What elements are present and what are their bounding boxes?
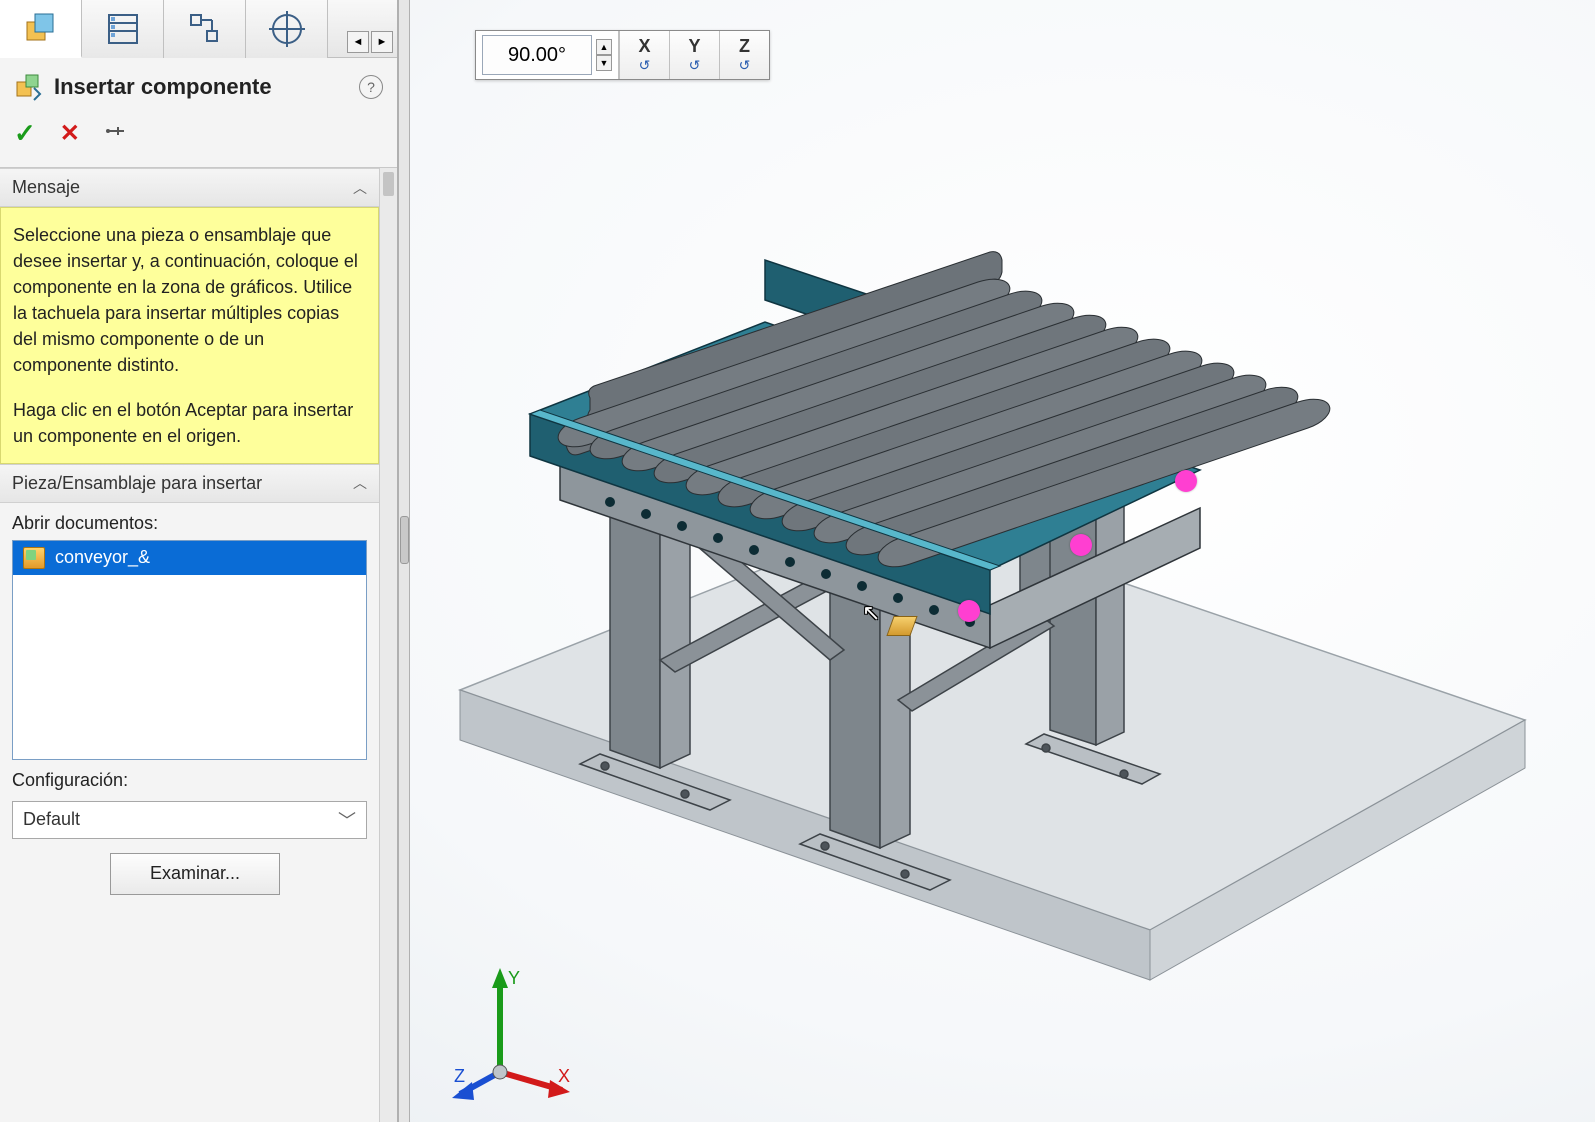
splitter-handle[interactable] [400, 516, 409, 564]
tab-dimxpert[interactable] [246, 0, 328, 58]
selection-point[interactable] [1070, 534, 1092, 556]
tab-scroll-right[interactable]: ► [371, 31, 393, 53]
rotate-angle-input[interactable] [482, 35, 592, 75]
section-insert-label: Pieza/Ensamblaje para insertar [12, 473, 262, 494]
document-item[interactable]: conveyor_& [13, 541, 366, 575]
property-manager-panel: ◄ ► Insertar componente ? ✓ ✕ Mensaje ︿ … [0, 0, 398, 1122]
tab-property-manager[interactable] [82, 0, 164, 58]
angle-spin-down[interactable]: ▼ [596, 55, 612, 71]
triad-z-label: Z [454, 1066, 465, 1086]
cursor-icon: ↖ [862, 600, 880, 626]
tab-scroll-left[interactable]: ◄ [347, 31, 369, 53]
section-message-header[interactable]: Mensaje ︿ [0, 168, 379, 207]
panel-splitter[interactable] [398, 0, 410, 1122]
rotate-x-button[interactable]: X↺ [619, 31, 669, 79]
panel-scrollbar[interactable] [379, 168, 397, 1122]
view-triad[interactable]: Y X Z [450, 962, 570, 1102]
selection-point[interactable] [1175, 470, 1197, 492]
document-item-label: conveyor_& [55, 547, 150, 568]
message-text-2: Haga clic en el botón Aceptar para inser… [13, 397, 366, 449]
message-text-1: Seleccione una pieza o ensamblaje que de… [13, 222, 366, 379]
triad-y-label: Y [508, 968, 520, 988]
section-message-label: Mensaje [12, 177, 80, 198]
selection-point[interactable] [958, 600, 980, 622]
configuration-label: Configuración: [0, 760, 379, 797]
scrollbar-thumb[interactable] [383, 172, 394, 196]
open-documents-list[interactable]: conveyor_& [12, 540, 367, 760]
cancel-button[interactable]: ✕ [60, 119, 80, 148]
rotate-y-button[interactable]: Y↺ [669, 31, 719, 79]
chevron-up-icon: ︿ [353, 473, 367, 493]
configuration-value: Default [23, 809, 80, 830]
graphics-area[interactable]: ▲ ▼ X↺ Y↺ Z↺ [410, 0, 1595, 1122]
help-button[interactable]: ? [359, 75, 383, 99]
model-view[interactable]: ↖ [430, 100, 1530, 1000]
panel-title: Insertar componente [54, 74, 349, 100]
rotate-z-button[interactable]: Z↺ [719, 31, 769, 79]
configuration-select[interactable]: Default ﹀ [12, 801, 367, 839]
tab-feature-manager[interactable] [0, 0, 82, 58]
panel-tab-strip: ◄ ► [0, 0, 397, 58]
tab-configuration-manager[interactable] [164, 0, 246, 58]
section-insert-header[interactable]: Pieza/Ensamblaje para insertar ︿ [0, 464, 379, 503]
assembly-icon [23, 547, 45, 569]
pin-button[interactable] [104, 120, 126, 148]
triad-x-label: X [558, 1066, 570, 1086]
chevron-down-icon: ﹀ [338, 807, 356, 833]
message-body: Seleccione una pieza o ensamblaje que de… [0, 207, 379, 464]
chevron-up-icon: ︿ [353, 178, 367, 198]
browse-button[interactable]: Examinar... [110, 853, 280, 895]
ok-button[interactable]: ✓ [14, 118, 36, 149]
angle-spin-up[interactable]: ▲ [596, 39, 612, 55]
rotate-toolbar: ▲ ▼ X↺ Y↺ Z↺ [475, 30, 770, 80]
open-documents-label: Abrir documentos: [0, 503, 379, 540]
insert-component-icon [14, 72, 44, 102]
